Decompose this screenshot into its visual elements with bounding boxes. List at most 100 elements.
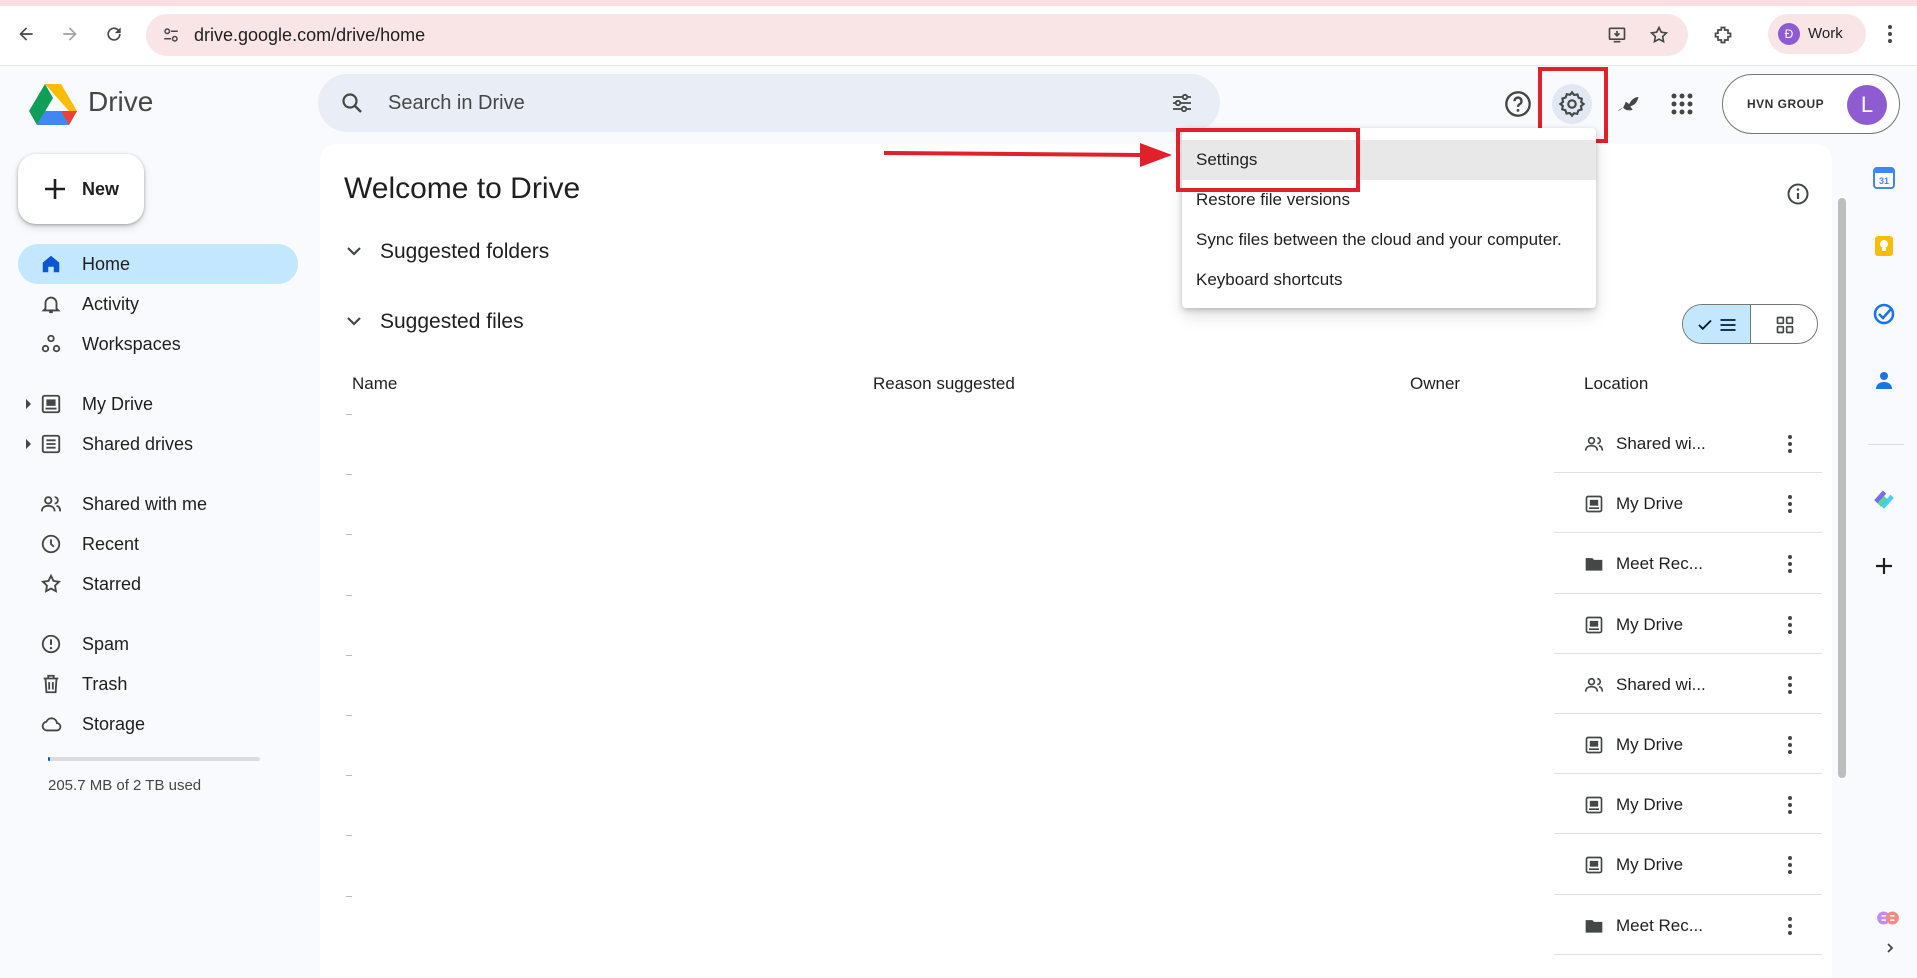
chevron-down-icon [344,241,364,261]
view-toggle [1682,304,1818,344]
browser-menu-icon[interactable] [1876,20,1904,48]
search-options-icon[interactable] [1170,91,1194,115]
more-actions-icon[interactable] [1780,793,1800,817]
more-actions-icon[interactable] [1780,432,1800,456]
row-location-label: Shared wi... [1616,674,1706,694]
row-location-label: My Drive [1616,494,1684,514]
settings-item-highlight-box [1176,128,1360,192]
sidebar-item-label: Shared with me [82,494,208,514]
storage-usage-text: 205.7 MB of 2 TB used [48,777,202,794]
table-row[interactable]: My Drive [1584,492,1784,516]
address-bar[interactable]: drive.google.com/drive/home [146,14,1688,56]
forward-icon[interactable] [56,20,84,48]
search-input[interactable] [388,88,1148,118]
drive-logo-icon[interactable] [28,82,78,126]
more-actions-icon[interactable] [1780,613,1800,637]
sidebar-item-activity[interactable]: Activity [18,284,298,324]
row-divider [1554,713,1822,714]
expand-caret-icon[interactable] [26,399,31,409]
gemini-brain-icon[interactable] [1874,904,1902,932]
more-actions-icon[interactable] [1780,552,1800,576]
home-icon [40,253,62,275]
suggested-folders-toggle[interactable]: Suggested folders [344,240,549,264]
row-name-placeholder [346,895,352,897]
chevron-right-icon[interactable] [1876,934,1904,962]
app-name[interactable]: Drive [88,86,153,118]
browser-profile-chip[interactable]: Đ Work [1768,14,1866,54]
table-row[interactable]: My Drive [1584,733,1784,757]
add-addon-icon[interactable] [1870,552,1898,580]
menu-item-keyboard-shortcuts[interactable]: Keyboard shortcuts [1182,260,1596,300]
sidebar-item-storage[interactable]: Storage [18,704,298,744]
check-icon [1697,319,1712,331]
info-icon[interactable] [1786,182,1810,206]
sidebar-item-spam[interactable]: Spam [18,624,298,664]
bookmark-star-icon[interactable] [1648,24,1670,46]
row-location-label: My Drive [1616,735,1684,754]
tab-strip [0,0,1917,6]
grid-view-button[interactable] [1751,305,1817,343]
site-info-icon[interactable] [160,24,182,46]
keep-icon[interactable] [1870,232,1898,260]
account-avatar[interactable]: L [1847,85,1887,125]
column-header-name[interactable]: Name [352,374,397,394]
extensions-icon[interactable] [1712,24,1734,46]
apps-grid-icon[interactable] [1662,84,1702,124]
expand-caret-icon[interactable] [26,439,31,449]
search-icon[interactable] [340,91,364,115]
section-title: Suggested files [380,310,524,333]
folder-icon [1584,916,1604,936]
my-drive-icon [1584,855,1604,875]
sidebar-item-label: Starred [82,574,142,594]
sidebar-item-label: Workspaces [82,334,181,354]
menu-item-sync-files[interactable]: Sync files between the cloud and your co… [1182,220,1596,260]
new-button-label: New [82,179,120,199]
calendar-icon[interactable]: 31 [1870,164,1898,192]
row-name-placeholder [346,715,352,716]
sidebar-item-starred[interactable]: Starred [18,564,298,604]
gemini-tools-icon[interactable] [1608,84,1648,124]
suggested-files-toggle[interactable]: Suggested files [344,310,524,334]
reload-icon[interactable] [100,20,128,48]
sidebar-item-workspaces[interactable]: Workspaces [18,324,298,364]
row-location-label: My Drive [1616,795,1684,815]
table-row[interactable]: My Drive [1584,793,1784,817]
table-row[interactable]: Shared wi... [1584,673,1784,697]
list-view-button[interactable] [1683,305,1751,343]
chevron-down-icon [344,311,364,331]
main-scrollbar[interactable] [1838,198,1846,778]
more-actions-icon[interactable] [1780,673,1800,697]
account-chip[interactable]: HVN GROUP L [1722,74,1900,134]
tasks-icon[interactable] [1870,300,1898,328]
clickup-addon-icon[interactable] [1870,484,1898,512]
table-row[interactable]: Meet Rec... [1584,914,1784,938]
sidebar-item-shared-with-me[interactable]: Shared with me [18,484,298,524]
more-actions-icon[interactable] [1780,914,1800,938]
new-button[interactable]: New [18,154,144,224]
bell-icon [40,293,62,315]
install-app-icon[interactable] [1606,24,1628,46]
table-row[interactable]: Shared wi... [1584,432,1784,456]
sidebar-item-home[interactable]: Home [18,244,298,284]
back-icon[interactable] [12,20,40,48]
more-actions-icon[interactable] [1780,492,1800,516]
plus-icon [40,174,70,204]
more-actions-icon[interactable] [1780,733,1800,757]
table-row[interactable]: My Drive [1584,853,1784,877]
shared-drives-icon [40,433,62,455]
url-text[interactable]: drive.google.com/drive/home [194,25,425,46]
sidebar-item-my-drive[interactable]: My Drive [18,384,298,424]
help-icon[interactable] [1498,84,1538,124]
search-bar[interactable] [318,74,1220,132]
sidebar-item-trash[interactable]: Trash [18,664,298,704]
table-row[interactable]: My Drive [1584,613,1784,637]
row-divider [1554,532,1822,534]
more-actions-icon[interactable] [1780,853,1800,877]
contacts-icon[interactable] [1870,366,1898,394]
row-name-placeholder [346,414,352,415]
table-row[interactable]: Meet Rec... [1584,552,1784,576]
sidebar-item-label: Shared drives [82,434,194,454]
sidebar-item-shared-drives[interactable]: Shared drives [18,424,298,464]
sidebar-item-label: My Drive [82,394,153,414]
sidebar-item-recent[interactable]: Recent [18,524,298,564]
